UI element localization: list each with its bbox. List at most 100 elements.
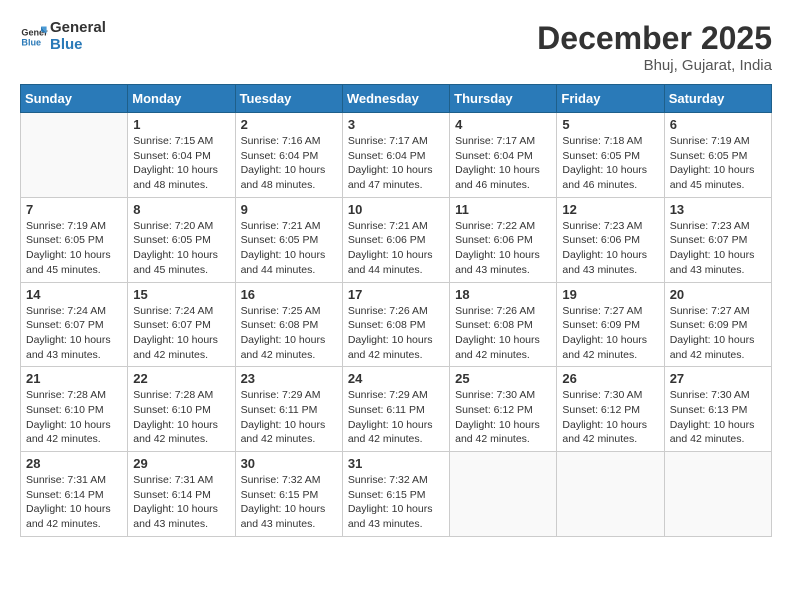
week-row-5: 28 Sunrise: 7:31 AM Sunset: 6:14 PM Dayli…: [21, 452, 772, 537]
day-number: 25: [455, 371, 551, 386]
day-header-friday: Friday: [557, 85, 664, 113]
day-number: 21: [26, 371, 122, 386]
day-number: 27: [670, 371, 766, 386]
calendar-cell: 9Sunrise: 7:21 AM Sunset: 6:05 PM Daylig…: [235, 197, 342, 282]
day-number: 12: [562, 202, 658, 217]
day-number: 10: [348, 202, 444, 217]
calendar-cell: 17 Sunrise: 7:26 AM Sunset: 6:08 PM Dayli…: [342, 282, 449, 367]
logo-icon: General Blue: [20, 23, 48, 51]
calendar-cell: [450, 452, 557, 537]
day-info: Sunrise: 7:31 AM Sunset: 6:14 PM Dayligh…: [133, 473, 229, 532]
day-info: Sunrise: 7:27 AM Sunset: 6:09 PM Dayligh…: [562, 304, 658, 363]
calendar-cell: 26 Sunrise: 7:30 AM Sunset: 6:12 PM Dayli…: [557, 367, 664, 452]
day-info: Sunrise: 7:32 AM Sunset: 6:15 PM Dayligh…: [241, 473, 337, 532]
day-header-tuesday: Tuesday: [235, 85, 342, 113]
calendar-cell: 31 Sunrise: 7:32 AM Sunset: 6:15 PM Dayli…: [342, 452, 449, 537]
day-info: Sunrise: 7:30 AM Sunset: 6:13 PM Dayligh…: [670, 388, 766, 447]
day-number: 29: [133, 456, 229, 471]
month-title: December 2025: [537, 20, 772, 57]
calendar-cell: 10 Sunrise: 7:21 AM Sunset: 6:06 PM Dayli…: [342, 197, 449, 282]
day-info: Sunrise: 7:16 AM Sunset: 6:04 PM Dayligh…: [241, 134, 337, 193]
calendar-cell: 6Sunrise: 7:19 AM Sunset: 6:05 PM Daylig…: [664, 113, 771, 198]
calendar-cell: 12 Sunrise: 7:23 AM Sunset: 6:06 PM Dayli…: [557, 197, 664, 282]
calendar-cell: 8Sunrise: 7:20 AM Sunset: 6:05 PM Daylig…: [128, 197, 235, 282]
day-info: Sunrise: 7:19 AM Sunset: 6:05 PM Dayligh…: [26, 219, 122, 278]
day-number: 26: [562, 371, 658, 386]
calendar-cell: 18 Sunrise: 7:26 AM Sunset: 6:08 PM Dayli…: [450, 282, 557, 367]
day-number: 31: [348, 456, 444, 471]
calendar-cell: 16Sunrise: 7:25 AM Sunset: 6:08 PM Dayli…: [235, 282, 342, 367]
week-row-4: 21 Sunrise: 7:28 AM Sunset: 6:10 PM Dayli…: [21, 367, 772, 452]
calendar-cell: 2 Sunrise: 7:16 AM Sunset: 6:04 PM Daylig…: [235, 113, 342, 198]
calendar-table: SundayMondayTuesdayWednesdayThursdayFrid…: [20, 84, 772, 537]
day-number: 14: [26, 287, 122, 302]
day-info: Sunrise: 7:30 AM Sunset: 6:12 PM Dayligh…: [562, 388, 658, 447]
day-info: Sunrise: 7:17 AM Sunset: 6:04 PM Dayligh…: [455, 134, 551, 193]
day-number: 7: [26, 202, 122, 217]
day-info: Sunrise: 7:28 AM Sunset: 6:10 PM Dayligh…: [26, 388, 122, 447]
day-info: Sunrise: 7:15 AM Sunset: 6:04 PM Dayligh…: [133, 134, 229, 193]
day-number: 15: [133, 287, 229, 302]
calendar-cell: 4 Sunrise: 7:17 AM Sunset: 6:04 PM Daylig…: [450, 113, 557, 198]
calendar-cell: 28 Sunrise: 7:31 AM Sunset: 6:14 PM Dayli…: [21, 452, 128, 537]
calendar-cell: 3 Sunrise: 7:17 AM Sunset: 6:04 PM Daylig…: [342, 113, 449, 198]
day-number: 23: [241, 371, 337, 386]
day-header-thursday: Thursday: [450, 85, 557, 113]
day-header-wednesday: Wednesday: [342, 85, 449, 113]
calendar-cell: 29 Sunrise: 7:31 AM Sunset: 6:14 PM Dayli…: [128, 452, 235, 537]
day-info: Sunrise: 7:19 AM Sunset: 6:05 PM Dayligh…: [670, 134, 766, 193]
day-info: Sunrise: 7:25 AM Sunset: 6:08 PM Dayligh…: [241, 304, 337, 363]
day-info: Sunrise: 7:31 AM Sunset: 6:14 PM Dayligh…: [26, 473, 122, 532]
day-number: 1: [133, 117, 229, 132]
svg-text:Blue: Blue: [21, 37, 41, 47]
day-info: Sunrise: 7:28 AM Sunset: 6:10 PM Dayligh…: [133, 388, 229, 447]
day-info: Sunrise: 7:26 AM Sunset: 6:08 PM Dayligh…: [455, 304, 551, 363]
calendar-cell: 14 Sunrise: 7:24 AM Sunset: 6:07 PM Dayli…: [21, 282, 128, 367]
day-info: Sunrise: 7:21 AM Sunset: 6:06 PM Dayligh…: [348, 219, 444, 278]
day-number: 13: [670, 202, 766, 217]
day-number: 9: [241, 202, 337, 217]
calendar-cell: 1 Sunrise: 7:15 AM Sunset: 6:04 PM Daylig…: [128, 113, 235, 198]
calendar-cell: 27 Sunrise: 7:30 AM Sunset: 6:13 PM Dayli…: [664, 367, 771, 452]
day-header-sunday: Sunday: [21, 85, 128, 113]
calendar-cell: 23 Sunrise: 7:29 AM Sunset: 6:11 PM Dayli…: [235, 367, 342, 452]
day-info: Sunrise: 7:24 AM Sunset: 6:07 PM Dayligh…: [26, 304, 122, 363]
day-number: 19: [562, 287, 658, 302]
day-info: Sunrise: 7:24 AM Sunset: 6:07 PM Dayligh…: [133, 304, 229, 363]
calendar-cell: 21 Sunrise: 7:28 AM Sunset: 6:10 PM Dayli…: [21, 367, 128, 452]
day-info: Sunrise: 7:23 AM Sunset: 6:06 PM Dayligh…: [562, 219, 658, 278]
day-info: Sunrise: 7:32 AM Sunset: 6:15 PM Dayligh…: [348, 473, 444, 532]
header: General Blue General Blue December 2025 …: [20, 20, 772, 74]
calendar-cell: [664, 452, 771, 537]
location: Bhuj, Gujarat, India: [537, 57, 772, 74]
day-number: 4: [455, 117, 551, 132]
week-row-2: 7 Sunrise: 7:19 AM Sunset: 6:05 PM Daylig…: [21, 197, 772, 282]
calendar-cell: 30Sunrise: 7:32 AM Sunset: 6:15 PM Dayli…: [235, 452, 342, 537]
day-number: 11: [455, 202, 551, 217]
day-number: 17: [348, 287, 444, 302]
day-info: Sunrise: 7:29 AM Sunset: 6:11 PM Dayligh…: [348, 388, 444, 447]
day-number: 28: [26, 456, 122, 471]
logo-text-line2: Blue: [50, 37, 106, 54]
day-info: Sunrise: 7:26 AM Sunset: 6:08 PM Dayligh…: [348, 304, 444, 363]
day-number: 18: [455, 287, 551, 302]
day-number: 22: [133, 371, 229, 386]
day-number: 5: [562, 117, 658, 132]
day-info: Sunrise: 7:17 AM Sunset: 6:04 PM Dayligh…: [348, 134, 444, 193]
calendar-cell: 24Sunrise: 7:29 AM Sunset: 6:11 PM Dayli…: [342, 367, 449, 452]
day-header-saturday: Saturday: [664, 85, 771, 113]
calendar-cell: 13Sunrise: 7:23 AM Sunset: 6:07 PM Dayli…: [664, 197, 771, 282]
title-area: December 2025 Bhuj, Gujarat, India: [537, 20, 772, 74]
calendar-cell: 15 Sunrise: 7:24 AM Sunset: 6:07 PM Dayli…: [128, 282, 235, 367]
calendar-cell: 7 Sunrise: 7:19 AM Sunset: 6:05 PM Daylig…: [21, 197, 128, 282]
day-number: 8: [133, 202, 229, 217]
day-number: 2: [241, 117, 337, 132]
day-info: Sunrise: 7:27 AM Sunset: 6:09 PM Dayligh…: [670, 304, 766, 363]
calendar-cell: 20Sunrise: 7:27 AM Sunset: 6:09 PM Dayli…: [664, 282, 771, 367]
day-info: Sunrise: 7:18 AM Sunset: 6:05 PM Dayligh…: [562, 134, 658, 193]
calendar-cell: 5 Sunrise: 7:18 AM Sunset: 6:05 PM Daylig…: [557, 113, 664, 198]
day-info: Sunrise: 7:30 AM Sunset: 6:12 PM Dayligh…: [455, 388, 551, 447]
day-number: 3: [348, 117, 444, 132]
logo-text-line1: General: [50, 20, 106, 37]
day-info: Sunrise: 7:29 AM Sunset: 6:11 PM Dayligh…: [241, 388, 337, 447]
